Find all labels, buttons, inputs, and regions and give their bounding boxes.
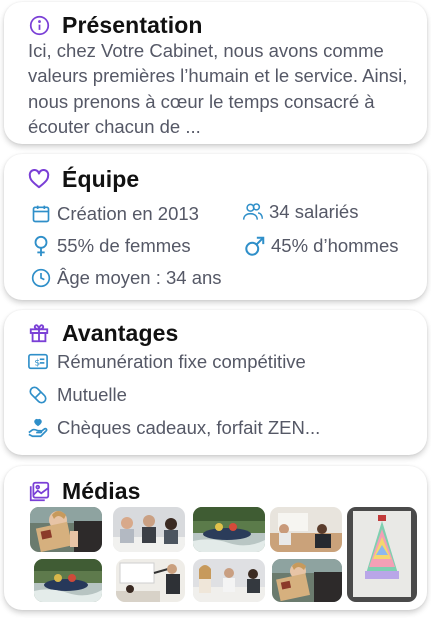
heart-icon [28,168,50,190]
clock-icon [30,267,52,289]
fact-hommes: 45% d’hommes [244,235,399,257]
avantages-header: Avantages [4,318,178,348]
fact-age: Âge moyen : 34 ans [30,267,222,289]
salary-icon: $ [26,350,50,374]
perk-label: Mutuelle [57,384,127,405]
equipe-card: Équipe Création en 2013 34 salariés 55% … [4,154,427,300]
perk-item: Chèques cadeaux, forfait ZEN... [26,416,320,440]
fact-salaries-text: 34 salariés [269,201,359,222]
svg-text:$: $ [34,359,40,369]
media-thumbnail-team-meeting[interactable] [193,559,265,602]
users-icon [242,201,264,223]
avantages-title: Avantages [62,319,179,346]
media-thumbnail-rafting[interactable] [34,559,102,602]
perk-label: Rémunération fixe compétitive [57,351,306,372]
media-thumbnail-book-reading-2[interactable] [272,559,342,602]
medias-header: Médias [4,476,141,506]
fact-femmes-text: 55% de femmes [57,235,191,256]
presentation-header: Présentation [4,10,203,40]
medias-title: Médias [62,477,141,504]
perk-item: $ Rémunération fixe compétitive [26,350,306,374]
medias-card: Médias [4,466,427,610]
media-thumbnail-meeting-room[interactable] [270,507,342,552]
fact-age-text: Âge moyen : 34 ans [57,267,222,288]
media-thumbnail-office-meeting[interactable] [113,507,185,552]
perk-label: Chèques cadeaux, forfait ZEN... [57,417,321,438]
equipe-title: Équipe [62,165,140,192]
calendar-icon [30,203,52,225]
fact-hommes-text: 45% d’hommes [271,235,399,256]
equipe-header: Équipe [4,164,139,194]
male-icon [244,235,266,257]
pill-icon [26,383,50,407]
media-thumbnail-presentation[interactable] [116,559,185,602]
avantages-card: Avantages $ Rémunération fixe compétitiv… [4,310,427,455]
presentation-title: Présentation [62,11,203,38]
fact-femmes: 55% de femmes [30,235,191,257]
female-icon [30,235,52,257]
media-thumbnail-post-it-tree[interactable] [347,507,417,602]
media-thumbnail-river-rafting[interactable] [193,507,265,552]
perk-item: Mutuelle [26,383,127,407]
presentation-text: Ici, chez Votre Cabinet, nous avons comm… [28,40,408,137]
hand-heart-icon [26,416,50,440]
fact-creation-text: Création en 2013 [57,203,199,224]
gift-icon [28,322,50,344]
fact-creation: Création en 2013 [30,203,199,225]
fact-salaries: 34 salariés [242,201,358,223]
presentation-card: Présentation Ici, chez Votre Cabinet, no… [4,2,427,144]
media-thumbnail-book-reading[interactable] [30,507,102,552]
images-icon [28,480,50,502]
info-icon [28,14,50,36]
